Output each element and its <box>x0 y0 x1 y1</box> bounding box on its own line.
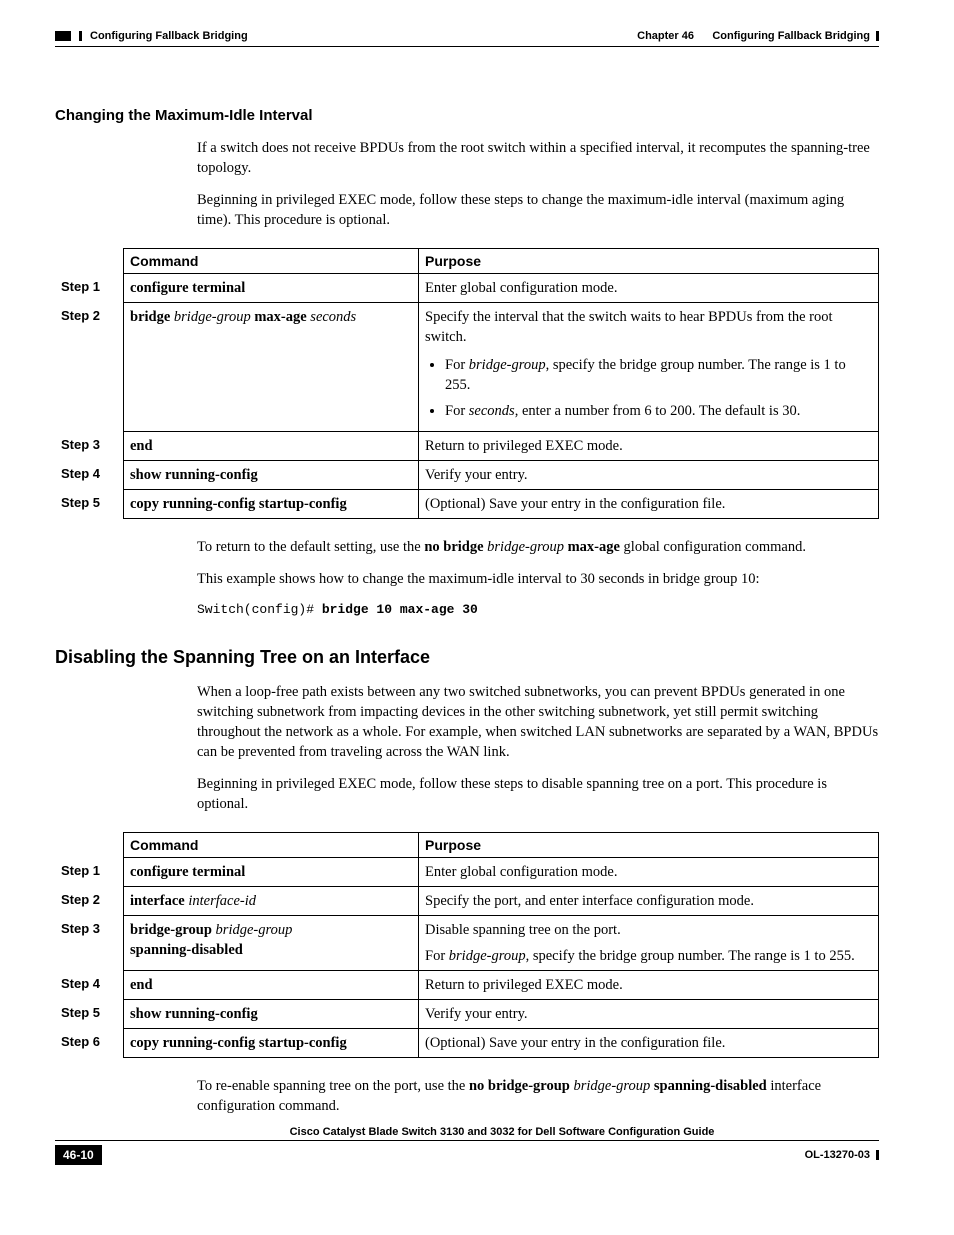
page-footer: 46-10 OL-13270-03 <box>55 1145 879 1165</box>
table-row: Step 2 bridge bridge-group max-age secon… <box>55 303 879 432</box>
steps-table-2: Command Purpose Step 1 configure termina… <box>55 832 879 1058</box>
step-label: Step 5 <box>55 1000 124 1029</box>
table-row: Step 1 configure terminal Enter global c… <box>55 858 879 887</box>
table-header-command: Command <box>124 833 419 858</box>
table-row: Step 5 copy running-config startup-confi… <box>55 490 879 519</box>
page-container: Configuring Fallback Bridging Chapter 46… <box>0 0 954 1195</box>
paragraph: Beginning in privileged EXEC mode, follo… <box>197 190 879 230</box>
purpose-cell: (Optional) Save your entry in the config… <box>419 490 879 519</box>
footer-book-title: Cisco Catalyst Blade Switch 3130 and 303… <box>125 1126 879 1138</box>
table-row: Step 2 interface interface-id Specify th… <box>55 887 879 916</box>
table-row: Step 3 bridge-group bridge-group spannin… <box>55 916 879 971</box>
running-header: Configuring Fallback Bridging Chapter 46… <box>55 30 879 42</box>
header-marker-right <box>876 31 879 41</box>
step-label: Step 3 <box>55 432 124 461</box>
paragraph: This example shows how to change the max… <box>197 569 879 589</box>
paragraph: To re-enable spanning tree on the port, … <box>197 1076 879 1116</box>
section-heading-max-idle: Changing the Maximum-Idle Interval <box>55 107 879 124</box>
command-cell: show running-config <box>124 461 419 490</box>
step-label: Step 6 <box>55 1029 124 1058</box>
step-label: Step 2 <box>55 303 124 432</box>
code-example: Switch(config)# bridge 10 max-age 30 <box>197 602 879 617</box>
purpose-cell: Specify the port, and enter interface co… <box>419 887 879 916</box>
table-row: Step 4 end Return to privileged EXEC mod… <box>55 971 879 1000</box>
chapter-label: Chapter 46 Configuring Fallback Bridging <box>637 30 870 42</box>
paragraph: When a loop-free path exists between any… <box>197 682 879 762</box>
running-head-left: Configuring Fallback Bridging <box>90 30 248 42</box>
command-cell: bridge-group bridge-group spanning-disab… <box>124 916 419 971</box>
footer-rule <box>55 1140 879 1141</box>
step-label: Step 4 <box>55 971 124 1000</box>
paragraph: To return to the default setting, use th… <box>197 537 879 557</box>
step-label: Step 4 <box>55 461 124 490</box>
command-cell: copy running-config startup-config <box>124 490 419 519</box>
purpose-cell: Verify your entry. <box>419 1000 879 1029</box>
command-cell: interface interface-id <box>124 887 419 916</box>
table-row: Step 4 show running-config Verify your e… <box>55 461 879 490</box>
table-row: Step 3 end Return to privileged EXEC mod… <box>55 432 879 461</box>
step-label: Step 3 <box>55 916 124 971</box>
command-cell: bridge bridge-group max-age seconds <box>124 303 419 432</box>
table-row: Step 1 configure terminal Enter global c… <box>55 274 879 303</box>
purpose-cell: Return to privileged EXEC mode. <box>419 432 879 461</box>
command-cell: end <box>124 432 419 461</box>
table-header-purpose: Purpose <box>419 833 879 858</box>
command-cell: configure terminal <box>124 858 419 887</box>
table-header-command: Command <box>124 249 419 274</box>
step-label: Step 2 <box>55 887 124 916</box>
paragraph: If a switch does not receive BPDUs from … <box>197 138 879 178</box>
command-cell: end <box>124 971 419 1000</box>
header-rule <box>55 46 879 47</box>
header-marker-thin <box>79 31 82 41</box>
command-cell: show running-config <box>124 1000 419 1029</box>
table-row: Step 5 show running-config Verify your e… <box>55 1000 879 1029</box>
section-heading-disable-stp: Disabling the Spanning Tree on an Interf… <box>55 647 879 668</box>
footer-marker <box>876 1150 879 1160</box>
doc-id: OL-13270-03 <box>805 1149 870 1161</box>
purpose-cell: Return to privileged EXEC mode. <box>419 971 879 1000</box>
table-header-purpose: Purpose <box>419 249 879 274</box>
purpose-cell: Verify your entry. <box>419 461 879 490</box>
steps-table-1: Command Purpose Step 1 configure termina… <box>55 248 879 519</box>
step-label: Step 5 <box>55 490 124 519</box>
step-label: Step 1 <box>55 274 124 303</box>
table-row: Step 6 copy running-config startup-confi… <box>55 1029 879 1058</box>
command-cell: configure terminal <box>124 274 419 303</box>
purpose-cell: Enter global configuration mode. <box>419 858 879 887</box>
paragraph: Beginning in privileged EXEC mode, follo… <box>197 774 879 814</box>
header-marker-left <box>55 31 71 41</box>
purpose-cell: Disable spanning tree on the port. For b… <box>419 916 879 971</box>
purpose-cell: Enter global configuration mode. <box>419 274 879 303</box>
purpose-cell: (Optional) Save your entry in the config… <box>419 1029 879 1058</box>
purpose-cell: Specify the interval that the switch wai… <box>419 303 879 432</box>
command-cell: copy running-config startup-config <box>124 1029 419 1058</box>
page-number-badge: 46-10 <box>55 1145 102 1165</box>
step-label: Step 1 <box>55 858 124 887</box>
